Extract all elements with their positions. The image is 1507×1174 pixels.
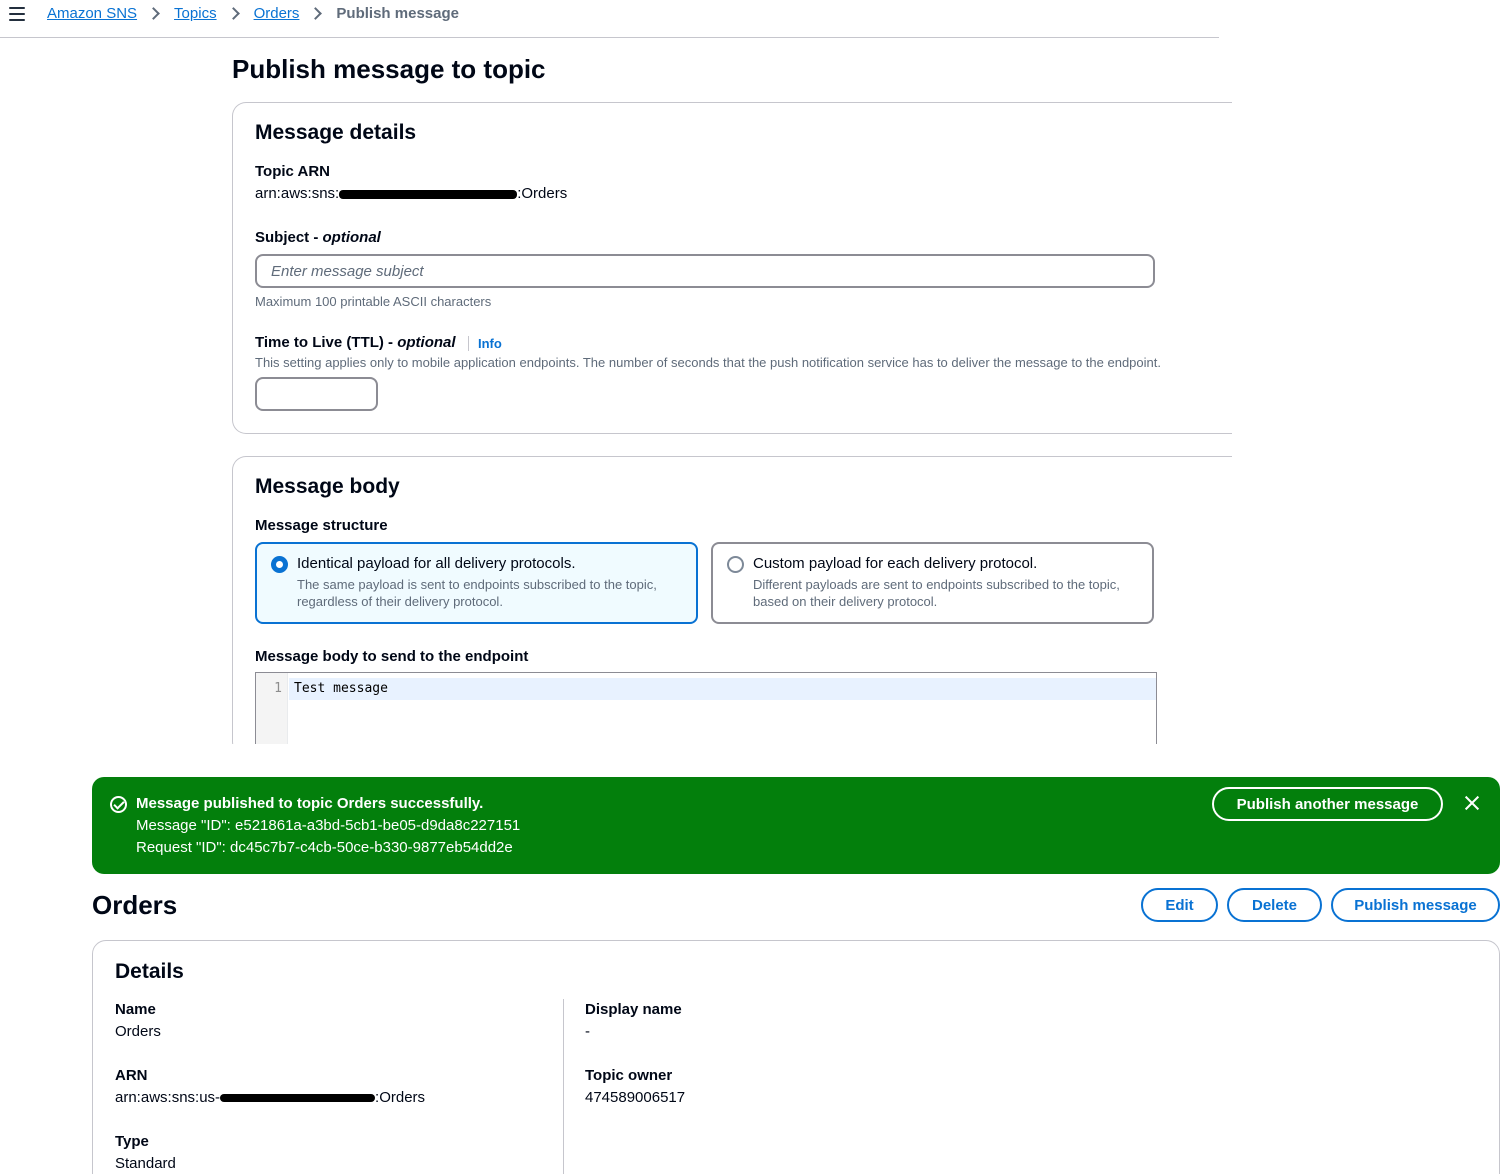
column-divider: [563, 999, 564, 1174]
radio-title: Identical payload for all delivery proto…: [297, 555, 576, 572]
radio-card-identical-payload[interactable]: Identical payload for all delivery proto…: [255, 542, 698, 624]
arn-label: ARN: [115, 1067, 148, 1084]
chevron-right-icon: [226, 7, 240, 20]
type-label: Type: [115, 1133, 149, 1150]
breadcrumb-current: Publish message: [336, 5, 459, 22]
page-gap: [0, 744, 1507, 777]
menu-icon[interactable]: [9, 7, 25, 21]
publish-message-button[interactable]: Publish message: [1331, 888, 1500, 922]
close-icon[interactable]: [1462, 793, 1482, 813]
message-body-label: Message body to send to the endpoint: [255, 648, 529, 665]
ttl-input[interactable]: [255, 377, 378, 411]
radio-card-custom-payload[interactable]: Custom payload for each delivery protoco…: [711, 542, 1154, 624]
breadcrumb-link-orders[interactable]: Orders: [254, 5, 300, 22]
radio-description: Different payloads are sent to endpoints…: [753, 577, 1120, 609]
flash-message-id: Message "ID": e521861a-a3bd-5cb1-be05-d9…: [136, 817, 521, 834]
message-structure-label: Message structure: [255, 517, 388, 534]
topic-arn-label: Topic ARN: [255, 163, 330, 180]
ttl-optional-text: optional: [397, 334, 456, 351]
ttl-hint: This setting applies only to mobile appl…: [255, 355, 1161, 370]
topic-details-panel: Details Name Orders ARN arn:aws:sns:us-:…: [92, 940, 1500, 1174]
radio-button-selected[interactable]: [271, 556, 288, 573]
top-navigation-bar: Amazon SNS Topics Orders Publish message: [0, 0, 1219, 38]
editor-gutter: 1: [256, 673, 288, 747]
breadcrumb-link-topics[interactable]: Topics: [174, 5, 217, 22]
message-body-editor[interactable]: 1 Test message: [255, 672, 1157, 747]
publish-another-message-button[interactable]: Publish another message: [1212, 787, 1443, 821]
breadcrumb-link-amazon-sns[interactable]: Amazon SNS: [47, 5, 137, 22]
message-details-panel: Message details Topic ARN arn:aws:sns: :O…: [232, 102, 1232, 434]
message-body-panel: Message body Message structure Identical…: [232, 456, 1232, 756]
message-details-title: Message details: [255, 121, 417, 144]
type-value: Standard: [115, 1155, 176, 1172]
subject-optional-text: optional: [322, 229, 381, 246]
ttl-label: Time to Live (TTL) - optional: [255, 334, 456, 351]
name-label: Name: [115, 1001, 156, 1018]
editor-text[interactable]: Test message: [294, 681, 388, 696]
arn-prefix: arn:aws:sns:us-: [115, 1089, 221, 1106]
topic-arn-suffix: :Orders: [517, 185, 568, 202]
topic-arn-value: arn:aws:sns: :Orders: [255, 185, 567, 202]
page-title: Publish message to topic: [232, 54, 546, 84]
ttl-info-link[interactable]: Info: [468, 336, 502, 351]
subject-input[interactable]: [255, 254, 1155, 288]
edit-button[interactable]: Edit: [1141, 888, 1218, 922]
redaction-mark: [339, 189, 518, 199]
delete-button[interactable]: Delete: [1227, 888, 1322, 922]
topic-owner-label: Topic owner: [585, 1067, 673, 1084]
chevron-right-icon: [147, 7, 160, 20]
subject-hint: Maximum 100 printable ASCII characters: [255, 294, 492, 309]
radio-description: The same payload is sent to endpoints su…: [297, 577, 657, 609]
name-value: Orders: [115, 1023, 161, 1040]
display-name-value: -: [585, 1023, 590, 1040]
flash-title: Message published to topic Orders succes…: [136, 795, 484, 812]
check-circle-icon: [110, 796, 127, 813]
chevron-right-icon: [309, 7, 323, 20]
ttl-label-text: Time to Live (TTL) -: [255, 334, 398, 351]
topic-title: Orders: [92, 890, 178, 920]
topic-arn-prefix: arn:aws:sns:: [255, 185, 340, 202]
arn-suffix: :Orders: [375, 1089, 426, 1106]
radio-button[interactable]: [727, 556, 744, 573]
line-number: 1: [274, 681, 282, 696]
arn-value: arn:aws:sns:us- :Orders: [115, 1089, 425, 1106]
topic-owner-value: 474589006517: [585, 1089, 686, 1106]
details-title: Details: [115, 960, 184, 983]
success-flashbar: Message published to topic Orders succes…: [92, 777, 1500, 874]
breadcrumb: Amazon SNS Topics Orders Publish message: [47, 5, 459, 22]
radio-title: Custom payload for each delivery protoco…: [753, 555, 1038, 572]
message-body-title: Message body: [255, 475, 400, 498]
display-name-label: Display name: [585, 1001, 682, 1018]
active-line-highlight: [289, 678, 1156, 700]
subject-label: Subject - optional: [255, 229, 381, 246]
redaction-mark: [220, 1094, 376, 1103]
subject-label-text: Subject -: [255, 229, 323, 246]
flash-request-id: Request "ID": dc45c7b7-c4cb-50ce-b330-98…: [136, 839, 513, 856]
